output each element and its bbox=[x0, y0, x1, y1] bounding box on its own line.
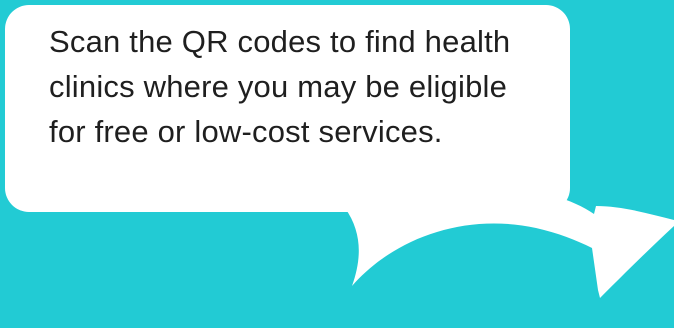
speech-bubble-text: Scan the QR codes to find health clinics… bbox=[49, 24, 511, 149]
speech-bubble: Scan the QR codes to find health clinics… bbox=[5, 5, 570, 212]
